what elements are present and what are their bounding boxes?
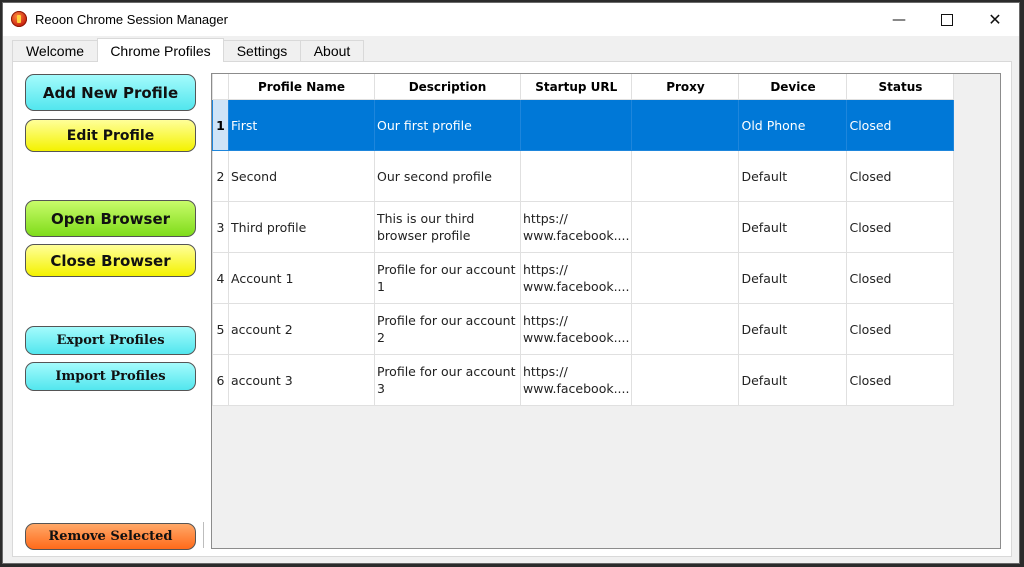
column-header-profile-name[interactable]: Profile Name xyxy=(228,74,375,100)
table-header-row: Profile Name Description Startup URL Pro… xyxy=(212,74,955,100)
close-window-button[interactable]: ✕ xyxy=(971,3,1019,36)
cell-description[interactable]: Profile for our account 1 xyxy=(374,252,521,304)
table-row[interactable]: 6 account 3 Profile for our account 3 ht… xyxy=(212,354,955,406)
open-browser-button[interactable]: Open Browser xyxy=(25,200,196,237)
app-logo-icon xyxy=(11,11,27,27)
cell-device[interactable]: Default xyxy=(738,201,848,253)
cell-status[interactable]: Closed xyxy=(846,303,955,355)
cell-proxy[interactable] xyxy=(631,150,740,202)
window-title: Reoon Chrome Session Manager xyxy=(35,12,228,27)
cell-proxy[interactable] xyxy=(631,252,740,304)
cell-startup-url[interactable] xyxy=(519,150,633,202)
cell-description[interactable]: Profile for our account 3 xyxy=(374,354,521,406)
tab-settings[interactable]: Settings xyxy=(223,40,301,61)
close-browser-button[interactable]: Close Browser xyxy=(25,244,196,277)
add-new-profile-button[interactable]: Add New Profile xyxy=(25,74,196,111)
cell-status[interactable]: Closed xyxy=(846,252,955,304)
column-header-startup-url[interactable]: Startup URL xyxy=(519,74,633,100)
cell-status[interactable]: Closed xyxy=(846,354,955,406)
cell-device[interactable]: Default xyxy=(738,303,848,355)
cell-profile-name[interactable]: First xyxy=(228,99,375,151)
table-row[interactable]: 1 First Our first profile Old Phone Clos… xyxy=(212,99,955,151)
cell-status[interactable]: Closed xyxy=(846,201,955,253)
cell-startup-url[interactable]: https:// www.facebook.... xyxy=(519,252,633,304)
table-row[interactable]: 5 account 2 Profile for our account 2 ht… xyxy=(212,303,955,355)
cell-device[interactable]: Old Phone xyxy=(738,99,848,151)
row-number[interactable]: 6 xyxy=(212,354,229,406)
column-header-device[interactable]: Device xyxy=(738,74,848,100)
table-row[interactable]: 4 Account 1 Profile for our account 1 ht… xyxy=(212,252,955,304)
profiles-table[interactable]: Profile Name Description Startup URL Pro… xyxy=(211,73,1001,549)
cell-status[interactable]: Closed xyxy=(846,150,955,202)
column-header-proxy[interactable]: Proxy xyxy=(631,74,740,100)
cell-proxy[interactable] xyxy=(631,303,740,355)
row-number[interactable]: 1 xyxy=(212,99,229,151)
row-number[interactable]: 4 xyxy=(212,252,229,304)
cell-description[interactable]: Profile for our account 2 xyxy=(374,303,521,355)
cell-profile-name[interactable]: account 3 xyxy=(228,354,375,406)
cell-startup-url[interactable]: https:// www.facebook.... xyxy=(519,201,633,253)
close-icon: ✕ xyxy=(988,10,1002,29)
cell-profile-name[interactable]: Account 1 xyxy=(228,252,375,304)
table-row[interactable]: 3 Third profile This is our third browse… xyxy=(212,201,955,253)
cell-profile-name[interactable]: Third profile xyxy=(228,201,375,253)
cell-startup-url[interactable]: https:// www.facebook.... xyxy=(519,354,633,406)
cell-proxy[interactable] xyxy=(631,99,740,151)
cell-description[interactable]: Our second profile xyxy=(374,150,521,202)
tab-about[interactable]: About xyxy=(300,40,364,61)
cell-description[interactable]: Our first profile xyxy=(374,99,521,151)
column-header-status[interactable]: Status xyxy=(846,74,955,100)
export-profiles-button[interactable]: Export Profiles xyxy=(25,326,196,355)
cell-proxy[interactable] xyxy=(631,354,740,406)
row-number[interactable]: 3 xyxy=(212,201,229,253)
remove-selected-button[interactable]: Remove Selected xyxy=(25,523,196,550)
cell-device[interactable]: Default xyxy=(738,354,848,406)
chrome-profiles-panel: Add New Profile Edit Profile Open Browse… xyxy=(12,61,1012,557)
tab-chrome-profiles[interactable]: Chrome Profiles xyxy=(97,38,224,62)
maximize-button[interactable] xyxy=(923,3,971,36)
cell-device[interactable]: Default xyxy=(738,252,848,304)
maximize-icon xyxy=(941,13,953,26)
title-bar[interactable]: Reoon Chrome Session Manager — ✕ xyxy=(3,3,1019,36)
cell-proxy[interactable] xyxy=(631,201,740,253)
divider xyxy=(203,522,204,548)
cell-status[interactable]: Closed xyxy=(846,99,955,151)
edit-profile-button[interactable]: Edit Profile xyxy=(25,119,196,152)
cell-device[interactable]: Default xyxy=(738,150,848,202)
cell-startup-url[interactable] xyxy=(519,99,633,151)
column-header-description[interactable]: Description xyxy=(374,74,521,100)
cell-profile-name[interactable]: Second xyxy=(228,150,375,202)
import-profiles-button[interactable]: Import Profiles xyxy=(25,362,196,391)
table-row[interactable]: 2 Second Our second profile Default Clos… xyxy=(212,150,955,202)
tab-welcome[interactable]: Welcome xyxy=(12,40,98,61)
cell-profile-name[interactable]: account 2 xyxy=(228,303,375,355)
cell-description[interactable]: This is our third browser profile xyxy=(374,201,521,253)
row-number[interactable]: 5 xyxy=(212,303,229,355)
cell-startup-url[interactable]: https:// www.facebook.... xyxy=(519,303,633,355)
row-number[interactable]: 2 xyxy=(212,150,229,202)
app-window: Reoon Chrome Session Manager — ✕ Welcome… xyxy=(2,2,1020,564)
profiles-table-grid: Profile Name Description Startup URL Pro… xyxy=(212,74,955,406)
corner-cell xyxy=(212,74,229,100)
minimize-icon: — xyxy=(892,11,906,28)
minimize-button[interactable]: — xyxy=(875,3,923,36)
